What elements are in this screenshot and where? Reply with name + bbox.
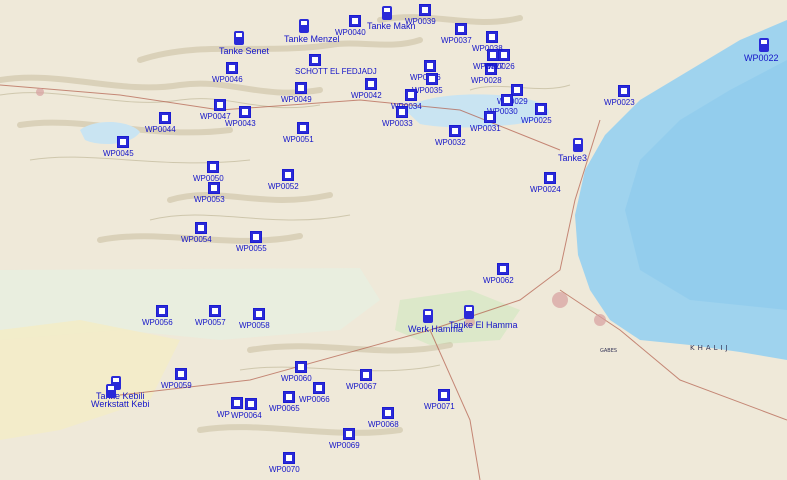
fuel-pump-icon [382,6,392,20]
waypoint-label: WP0046 [212,75,243,84]
waypoint-icon [535,103,547,115]
waypoint-label: WP0043 [225,119,256,128]
fuel-pump-icon [423,309,433,323]
waypoint-icon [313,382,325,394]
waypoint-icon [497,263,509,275]
waypoint-label: WP0031 [470,124,501,133]
waypoint-icon [396,106,408,118]
waypoint-label: WP0055 [236,244,267,253]
waypoint-label: SCHOTT EL FEDJADJ [295,67,377,76]
waypoint-icon [455,23,467,35]
waypoint-icon [405,89,417,101]
waypoint-label: WP0028 [471,76,502,85]
waypoint-label: WP0032 [435,138,466,147]
waypoint-icon [175,368,187,380]
waypoint-label: WP0062 [483,276,514,285]
fuel-pump-icon [299,19,309,33]
waypoint-label: WP0060 [281,374,312,383]
waypoint-icon [239,106,251,118]
waypoint-icon [297,122,309,134]
waypoint-label: WP0067 [346,382,377,391]
sea-label-khalij: KHALIJ [690,344,731,352]
waypoint-icon [226,62,238,74]
waypoint-label: WP0025 [521,116,552,125]
waypoint-icon [365,78,377,90]
waypoint-label: Tanke Menzel [284,34,340,44]
waypoint-icon [253,308,265,320]
waypoint-label: WP0071 [424,402,455,411]
waypoint-icon [156,305,168,317]
waypoint-icon [245,398,257,410]
waypoint-icon [208,182,220,194]
waypoint-label: WP0023 [604,98,635,107]
waypoint-label: WP0058 [239,321,270,330]
waypoint-label: WP0052 [268,182,299,191]
waypoint-label: WP0045 [103,149,134,158]
sea-label-gabes: GABES [600,348,617,354]
waypoint-icon [501,94,513,106]
waypoint-icon [283,391,295,403]
waypoint-icon [195,222,207,234]
waypoint-icon [214,99,226,111]
waypoint-icon [487,49,499,61]
waypoint-icon [484,111,496,123]
waypoint-icon [449,125,461,137]
waypoint-label: WP0070 [269,465,300,474]
waypoint-icon [231,397,243,409]
fuel-pump-icon [106,384,116,398]
waypoint-label: WP0037 [441,36,472,45]
waypoint-icon [438,389,450,401]
fuel-pump-icon [759,38,769,52]
waypoint-icon [424,60,436,72]
waypoint-label: WP0049 [281,95,312,104]
waypoint-label: WP0069 [329,441,360,450]
waypoint-label: WP0042 [351,91,382,100]
waypoint-icon [250,231,262,243]
waypoint-icon [309,54,321,66]
waypoint-icon [295,361,307,373]
waypoint-label: Tanke Makn [367,21,416,31]
waypoint-label: WP0059 [161,381,192,390]
waypoint-icon [349,15,361,27]
waypoint-icon [544,172,556,184]
waypoint-icon [207,161,219,173]
waypoint-label: WP0051 [283,135,314,144]
waypoint-icon [283,452,295,464]
waypoint-label: WP0054 [181,235,212,244]
waypoint-label: Werkstatt Kebi [91,399,150,409]
waypoint-label: WP0068 [368,420,399,429]
waypoint-icon [209,305,221,317]
waypoint-icon [486,31,498,43]
waypoint-icon [159,112,171,124]
waypoint-label: Tanke3 [558,153,588,163]
waypoint-icon [343,428,355,440]
waypoint-label: WP0033 [382,119,413,128]
waypoint-label: WP0064 [231,411,262,420]
waypoint-icon [295,82,307,94]
waypoint-label: WP0057 [195,318,226,327]
waypoint-icon [117,136,129,148]
waypoint-label: WP0040 [335,28,366,37]
waypoint-icon [382,407,394,419]
waypoint-icon [282,169,294,181]
waypoint-icon [426,73,438,85]
waypoint-label: WP0022 [744,53,779,63]
waypoint-icon [618,85,630,97]
waypoint-icon [419,4,431,16]
waypoint-label: WP [217,410,230,419]
waypoint-label: Werk Hamma [408,324,463,334]
waypoint-label: WP0027 [473,62,504,71]
fuel-pump-icon [464,305,474,319]
waypoint-label: WP0065 [269,404,300,413]
fuel-pump-icon [234,31,244,45]
waypoint-label: WP0066 [299,395,330,404]
waypoint-label: WP0024 [530,185,561,194]
waypoint-label: WP0053 [194,195,225,204]
waypoint-label: Tanke Senet [219,46,270,56]
waypoint-label: WP0056 [142,318,173,327]
fuel-pump-icon [573,138,583,152]
waypoint-icon [360,369,372,381]
waypoint-label: WP0044 [145,125,176,134]
